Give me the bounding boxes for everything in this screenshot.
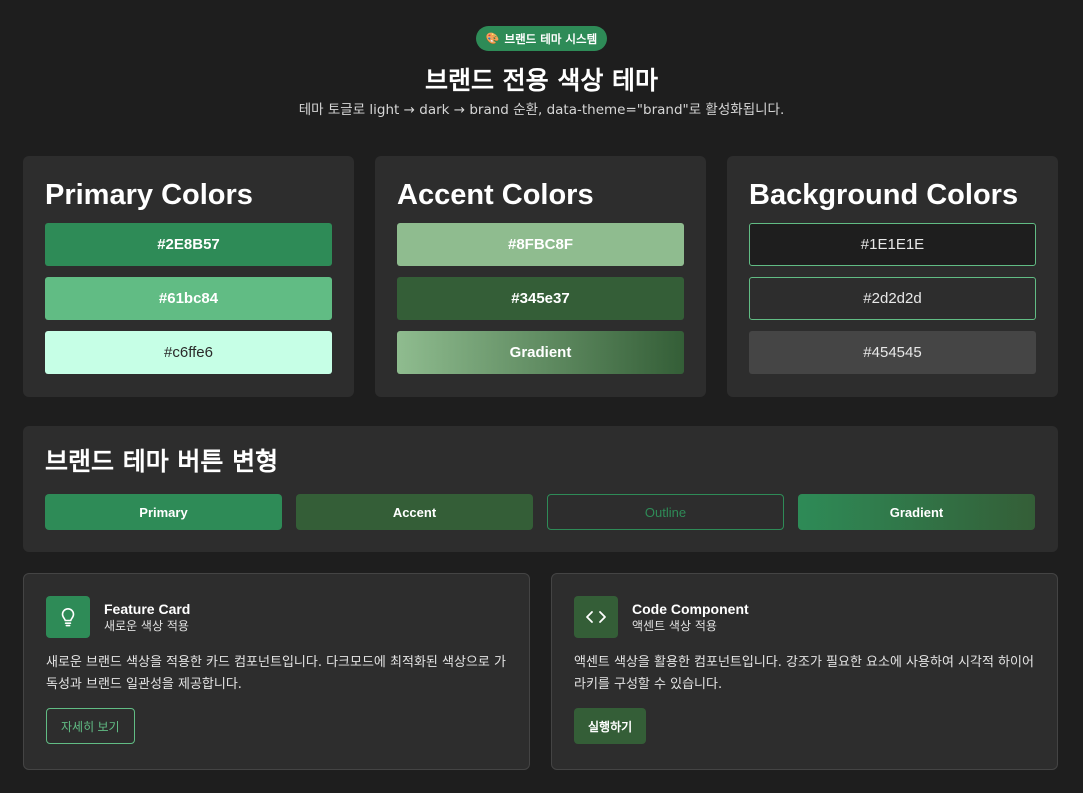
code-brackets-icon xyxy=(574,596,618,638)
page: 🎨 브랜드 테마 시스템 브랜드 전용 색상 테마 테마 토글로 light →… xyxy=(0,0,1083,793)
lightbulb-icon xyxy=(46,596,90,638)
card-title: Feature Card xyxy=(104,600,191,617)
page-header: 🎨 브랜드 테마 시스템 브랜드 전용 색상 테마 테마 토글로 light →… xyxy=(0,0,1083,119)
card-subtitle: 액센트 색상 적용 xyxy=(632,618,717,633)
card-description: 새로운 브랜드 색상을 적용한 카드 컴포넌트입니다. 다크모드에 최적화된 색… xyxy=(46,655,506,692)
button-variants-section: 브랜드 테마 버튼 변형 Primary Accent Outline Grad… xyxy=(23,426,1058,552)
primary-button[interactable]: Primary xyxy=(45,494,282,530)
color-swatch: #2d2d2d xyxy=(749,277,1036,320)
feature-card: Feature Card 새로운 색상 적용 새로운 브랜드 색상을 적용한 카… xyxy=(23,573,530,770)
color-swatch: #345e37 xyxy=(397,277,684,320)
page-title: 브랜드 전용 색상 테마 xyxy=(424,66,659,95)
details-button[interactable]: 자세히 보기 xyxy=(46,708,135,744)
card-header: Code Component 액센트 색상 적용 xyxy=(574,596,1035,638)
gradient-swatch: Gradient xyxy=(397,331,684,374)
color-swatch: #8FBC8F xyxy=(397,223,684,266)
card-title: Code Component xyxy=(632,600,749,617)
theme-badge-label: 브랜드 테마 시스템 xyxy=(504,31,598,46)
card-title: Primary Colors xyxy=(45,179,253,211)
section-title: 브랜드 테마 버튼 변형 xyxy=(45,447,279,476)
card-title: Background Colors xyxy=(749,179,1019,211)
theme-badge: 🎨 브랜드 테마 시스템 xyxy=(475,26,608,51)
color-swatch: #c6ffe6 xyxy=(45,331,332,374)
card-title: Accent Colors xyxy=(397,179,594,211)
color-swatch: #454545 xyxy=(749,331,1036,374)
primary-colors-card: Primary Colors #2E8B57 #61bc84 #c6ffe6 xyxy=(23,156,354,397)
run-button[interactable]: 실행하기 xyxy=(574,708,647,744)
gradient-button[interactable]: Gradient xyxy=(798,494,1035,530)
color-palette-section: Primary Colors #2E8B57 #61bc84 #c6ffe6 A… xyxy=(23,156,1058,397)
accent-button[interactable]: Accent xyxy=(296,494,533,530)
card-subtitle: 새로운 색상 적용 xyxy=(104,618,189,633)
accent-colors-card: Accent Colors #8FBC8F #345e37 Gradient xyxy=(375,156,706,397)
code-component-card: Code Component 액센트 색상 적용 액센트 색상을 활용한 컴포넌… xyxy=(551,573,1058,770)
component-cards-section: Feature Card 새로운 색상 적용 새로운 브랜드 색상을 적용한 카… xyxy=(23,573,1058,770)
page-subtitle: 테마 토글로 light → dark → brand 순환, data-the… xyxy=(298,102,785,118)
button-row: Primary Accent Outline Gradient xyxy=(45,494,1036,530)
palette-icon: 🎨 xyxy=(485,32,500,45)
card-header: Feature Card 새로운 색상 적용 xyxy=(46,596,507,638)
color-swatch: #2E8B57 xyxy=(45,223,332,266)
color-swatch: #61bc84 xyxy=(45,277,332,320)
card-description: 액센트 색상을 활용한 컴포넌트입니다. 강조가 필요한 요소에 사용하여 시각… xyxy=(574,655,1034,692)
background-colors-card: Background Colors #1E1E1E #2d2d2d #45454… xyxy=(727,156,1058,397)
color-swatch: #1E1E1E xyxy=(749,223,1036,266)
outline-button[interactable]: Outline xyxy=(547,494,784,530)
